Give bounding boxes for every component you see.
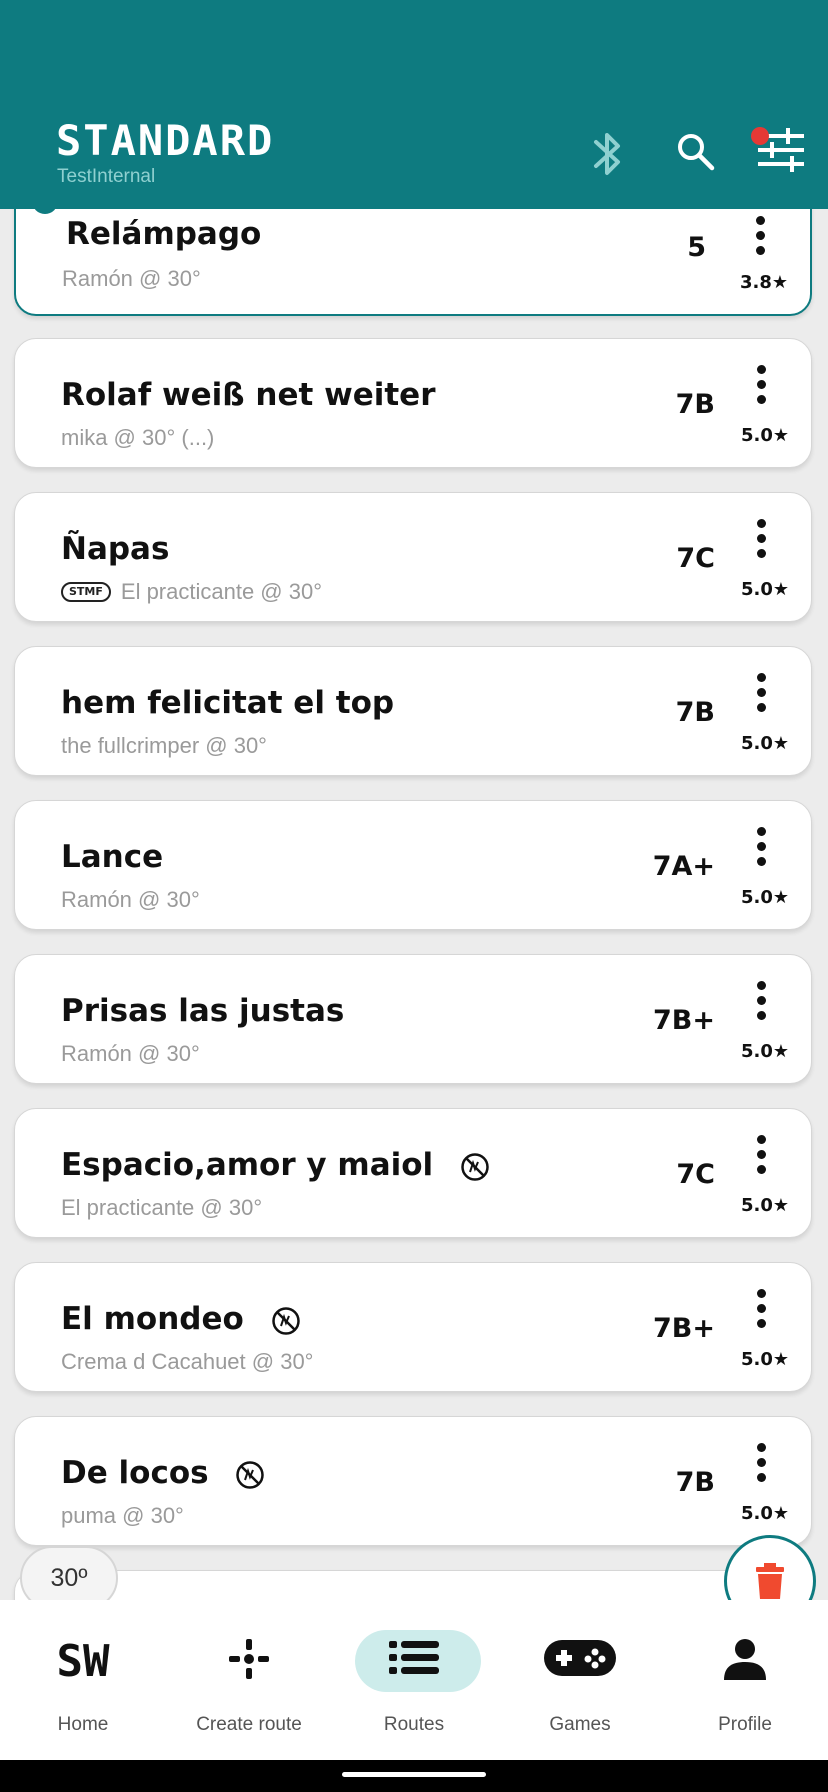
route-name: Espacio,amor y maiol	[61, 1147, 434, 1183]
nav-label: Routes	[383, 1714, 445, 1735]
nav-item-create-route[interactable]: Create route	[166, 1600, 332, 1760]
route-card[interactable]: hem felicitat el top the fullcrimper @ 3…	[14, 646, 812, 776]
route-grade: 5	[687, 232, 706, 263]
route-card[interactable]: Rolaf weiß net weiter mika @ 30° (...) 7…	[14, 338, 812, 468]
route-card[interactable]: Prisas las justas Ramón @ 30° 7B+ 5.0★	[14, 954, 812, 1084]
create-route-icon	[229, 1639, 269, 1679]
route-rating: 5.0★	[740, 1195, 789, 1216]
nav-label: Profile	[718, 1714, 772, 1735]
app-header: STANDARD TestInternal	[0, 0, 828, 209]
nav-item-profile[interactable]: Profile	[662, 1600, 828, 1760]
route-name-row: El mondeo	[61, 1301, 301, 1337]
route-rating: 3.8★	[739, 272, 788, 293]
no-match-icon	[461, 1152, 489, 1181]
route-grade: 7B	[675, 1467, 715, 1498]
route-setter: Ramón @ 30°	[62, 266, 201, 291]
route-rating: 5.0★	[740, 733, 789, 754]
route-name: Prisas las justas	[61, 993, 345, 1029]
route-grade: 7C	[676, 543, 715, 574]
trash-icon	[756, 1563, 784, 1599]
system-navigation-bar	[0, 1760, 828, 1792]
route-name: De locos	[61, 1455, 209, 1491]
route-rating: 5.0★	[740, 1503, 789, 1524]
notification-dot	[751, 127, 769, 145]
route-name: Relámpago	[66, 216, 262, 252]
more-options-icon[interactable]	[756, 216, 766, 258]
nav-item-routes[interactable]: Routes	[331, 1600, 497, 1760]
route-rating: 5.0★	[740, 425, 789, 446]
stmf-tag: STMF	[61, 582, 111, 602]
route-setter: El practicante @ 30°	[61, 1195, 263, 1220]
board-subtitle: TestInternal	[57, 166, 156, 187]
no-match-icon	[236, 1460, 265, 1489]
more-options-icon[interactable]	[757, 1443, 767, 1485]
route-list[interactable]: B Relámpago Ramón @ 30° 5 3.8★ Rolaf wei…	[0, 0, 828, 1600]
route-grade: 7B+	[653, 1313, 715, 1344]
more-options-icon[interactable]	[757, 365, 767, 407]
route-grade: 7B	[675, 389, 715, 420]
home-indicator[interactable]	[342, 1772, 486, 1777]
route-setter: the fullcrimper @ 30°	[61, 733, 267, 758]
route-grade: 7C	[676, 1159, 715, 1190]
route-setter: Crema d Cacahuet @ 30°	[61, 1349, 314, 1374]
nav-item-home[interactable]: SW Home	[0, 1600, 166, 1760]
route-setter: Ramón @ 30°	[61, 1041, 200, 1066]
route-name: Ñapas	[61, 531, 170, 567]
route-card[interactable]: Ñapas STMF El practicante @ 30° 7C 5.0★	[14, 492, 812, 622]
more-options-icon[interactable]	[757, 519, 767, 561]
route-rating: 5.0★	[740, 1349, 789, 1370]
more-options-icon[interactable]	[757, 1135, 767, 1177]
sw-logo-icon: SW	[56, 1636, 110, 1687]
route-grade: 7A+	[652, 851, 715, 882]
route-setter: puma @ 30°	[61, 1503, 184, 1528]
route-name: hem felicitat el top	[61, 685, 395, 721]
route-rating: 5.0★	[740, 579, 789, 600]
more-options-icon[interactable]	[757, 673, 767, 715]
bottom-navigation: SW Home Create route Routes Games Profil…	[0, 1600, 828, 1760]
route-grade: 7B	[675, 697, 715, 728]
more-options-icon[interactable]	[757, 1289, 767, 1331]
nav-item-games[interactable]: Games	[497, 1600, 663, 1760]
bluetooth-icon[interactable]	[590, 128, 626, 180]
route-card[interactable]: De locos puma @ 30° 7B 5.0★	[14, 1416, 812, 1546]
list-icon	[389, 1641, 439, 1674]
route-name-row: Espacio,amor y maiol	[61, 1147, 490, 1183]
more-options-icon[interactable]	[757, 981, 767, 1023]
more-options-icon[interactable]	[757, 827, 767, 869]
route-rating: 5.0★	[740, 1041, 789, 1062]
route-setter-row: STMF El practicante @ 30°	[61, 579, 322, 605]
route-setter: El practicante @ 30°	[120, 579, 323, 604]
person-icon	[724, 1639, 766, 1680]
route-name: Lance	[61, 839, 164, 875]
no-match-icon	[271, 1306, 300, 1335]
nav-label: Home	[57, 1714, 109, 1735]
route-card[interactable]: Lance Ramón @ 30° 7A+ 5.0★	[14, 800, 812, 930]
route-setter: Ramón @ 30°	[61, 887, 200, 912]
route-card[interactable]	[14, 1570, 812, 1600]
route-name-row: De locos	[61, 1455, 265, 1491]
route-name: El mondeo	[61, 1301, 244, 1337]
nav-label: Games	[549, 1714, 611, 1735]
nav-label: Create route	[196, 1714, 302, 1735]
route-name: Rolaf weiß net weiter	[61, 377, 436, 413]
board-title[interactable]: STANDARD	[56, 118, 274, 164]
route-setter: mika @ 30° (...)	[61, 425, 215, 450]
route-rating: 5.0★	[740, 887, 789, 908]
route-grade: 7B+	[653, 1005, 715, 1036]
route-card[interactable]: Espacio,amor y maiol El practicante @ 30…	[14, 1108, 812, 1238]
route-card[interactable]: El mondeo Crema d Cacahuet @ 30° 7B+ 5.0…	[14, 1262, 812, 1392]
search-icon[interactable]	[676, 132, 716, 172]
gamepad-icon	[544, 1640, 616, 1676]
